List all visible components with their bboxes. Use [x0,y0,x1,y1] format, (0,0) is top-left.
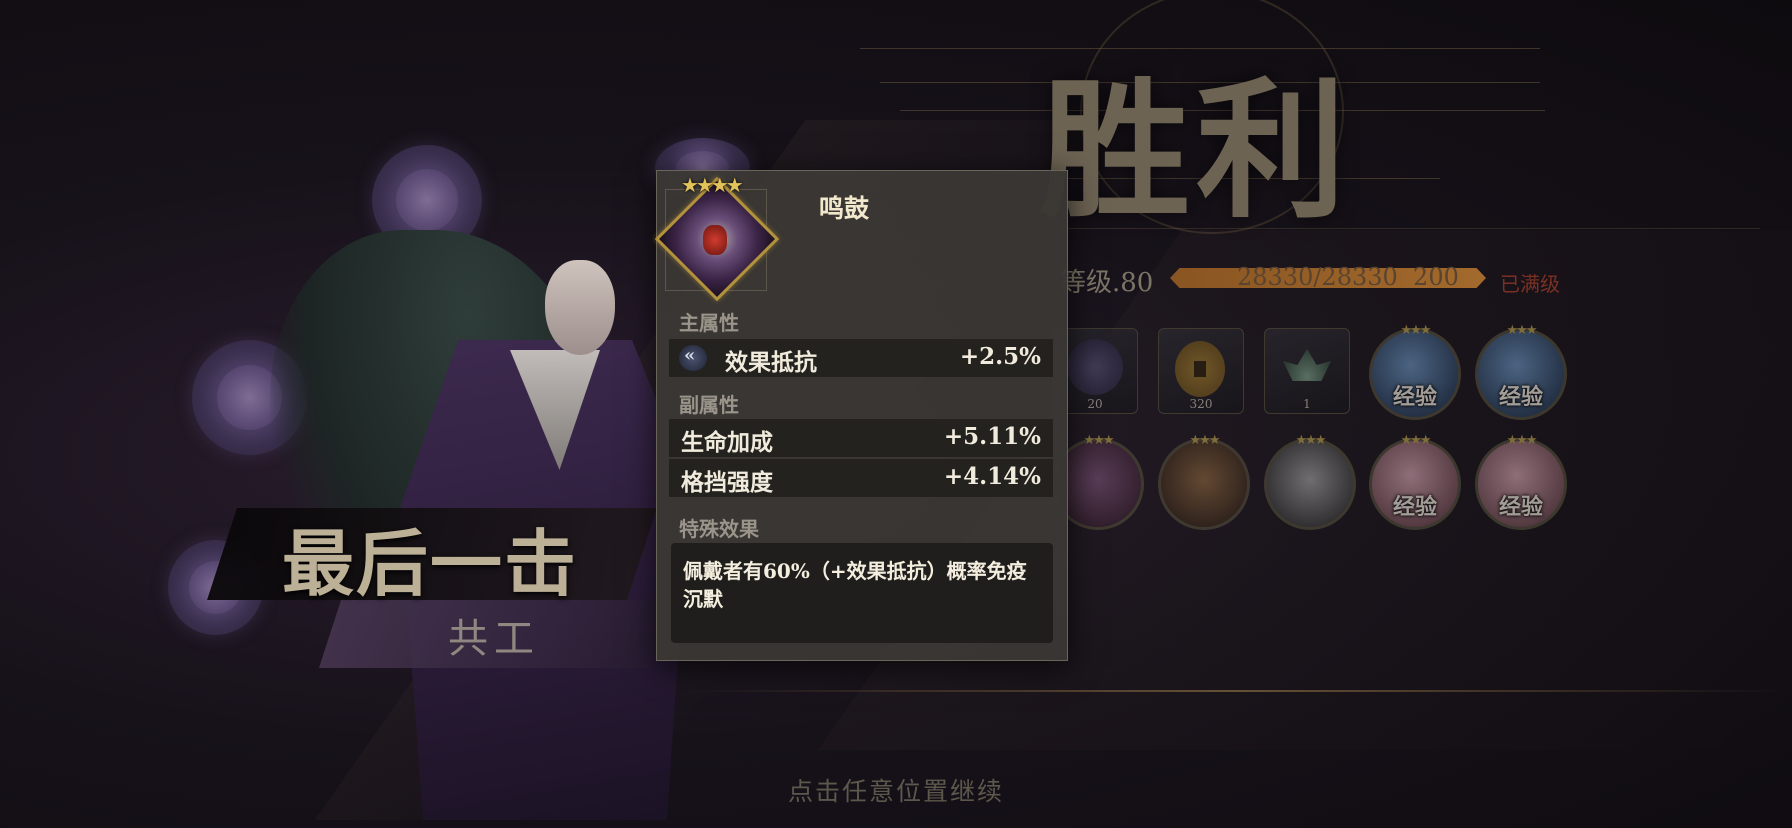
skill-name: 共工 [448,616,540,662]
exp-text: 28330/28330 200 [1237,263,1459,291]
max-level-label: 已满级 [1500,272,1560,296]
exp-orb-label: 经验 [1392,494,1437,520]
main-attr-value: +2.5% [959,343,1041,370]
sub-attr-name: 生命加成 [681,429,773,456]
sub-attr-name: 格挡强度 [681,469,773,496]
continue-hint[interactable]: 点击任意位置继续 [0,772,1792,808]
skill-title: 最后一击 [282,521,579,606]
effect-resist-icon: « [679,345,707,371]
sub-attr-value: +4.14% [943,463,1041,490]
item-core [703,225,727,255]
star-rating: ★★★ [1295,433,1327,448]
special-effect-label: 特殊效果 [679,517,759,541]
reward-count: 1 [1303,397,1311,411]
star-rating: ★★★ [1400,323,1432,338]
item-icon: ★★★★ [654,173,780,302]
character-face [545,260,615,355]
special-effect-text: 佩戴者有60%（+效果抵抗）概率免疫沉默 [683,559,1027,611]
main-attr-name: 效果抵抗 [725,349,817,376]
purple-gem-icon [1067,339,1123,395]
player-level: 等级.80 [1060,268,1154,298]
reward-item[interactable]: 1 [1264,328,1350,414]
main-attr-row: « 效果抵抗 +2.5% [669,339,1053,377]
sub-attr-row: 生命加成 +5.11% [669,419,1053,457]
exp-orb-label: 经验 [1392,384,1437,410]
exp-orb-label: 经验 [1498,494,1543,520]
silver-beast-icon[interactable]: ★★★ [1264,433,1356,530]
bottom-divider [680,690,1790,692]
exp-orb-label: 经验 [1498,384,1543,410]
exp-gain: 200 [1413,263,1459,291]
star-rating: ★★★ [1400,433,1432,448]
main-attr-label: 主属性 [679,311,739,335]
coin-icon [1175,341,1225,397]
special-effect-box: 佩戴者有60%（+效果抵抗）概率免疫沉默 [671,543,1053,643]
exp-orb-pink-icon[interactable]: ★★★ 经验 [1475,433,1567,530]
item-star-rating: ★★★★ [681,173,744,197]
sub-attr-row: 格挡强度 +4.14% [669,459,1053,497]
star-rating: ★★★ [1506,433,1538,448]
star-rating: ★★★ [1506,323,1538,338]
victory-title: 胜利 [1040,63,1353,239]
exp-orb-blue-icon[interactable]: ★★★ 经验 [1369,323,1461,420]
item-tooltip: ★★★★ 鸣鼓 主属性 « 效果抵抗 +2.5% 副属性 生命加成 +5.11%… [654,170,1068,661]
sub-attr-value: +5.11% [943,423,1041,450]
item-name: 鸣鼓 [819,194,870,223]
exp-orb-pink-icon[interactable]: ★★★ 经验 [1369,433,1461,530]
victory-divider [1060,228,1760,229]
reward-item[interactable]: 320 [1158,328,1244,414]
sub-attr-label: 副属性 [679,393,739,417]
reward-count: 320 [1189,397,1213,411]
exp-value: 28330/28330 [1237,263,1398,291]
lotus-icon [1283,349,1331,381]
gold-beast-icon[interactable]: ★★★ [1158,433,1250,530]
exp-orb-blue-icon[interactable]: ★★★ 经验 [1475,323,1567,420]
star-rating: ★★★ [1189,433,1221,448]
